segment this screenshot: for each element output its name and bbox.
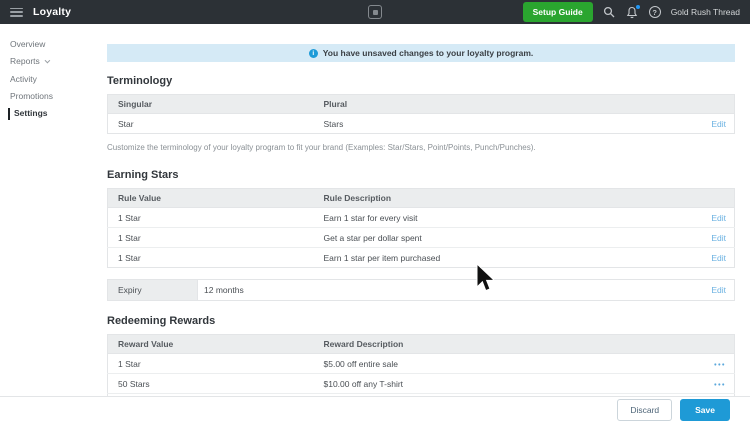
column-header-singular: Singular [107,94,314,114]
earning-stars-heading: Earning Stars [107,169,179,181]
main-content: i You have unsaved changes to your loyal… [107,24,735,414]
terminology-helper-text: Customize the terminology of your loyalt… [107,143,536,152]
merchant-name[interactable]: Gold Rush Thread [671,7,740,17]
rule-value: 1 Star [107,207,314,228]
ellipsis-menu-icon[interactable]: ••• [714,362,726,369]
column-header-rule-value: Rule Value [107,188,314,208]
banner-message: You have unsaved changes to your loyalty… [322,48,534,58]
reward-value: 1 Star [107,353,314,374]
terminology-heading: Terminology [107,75,173,87]
reward-value: 50 Stars [107,373,314,394]
table-header-row: Reward Value Reward Description [107,334,735,354]
table-row: 50 Stars $10.00 off any T-shirt ••• [107,373,735,394]
rule-value: 1 Star [107,247,314,268]
chevron-down-icon [44,58,51,64]
rule-value: 1 Star [107,227,314,248]
table-header-row: Singular Plural [107,94,735,114]
hamburger-menu-icon[interactable] [10,7,23,17]
sidebar-item-overview[interactable]: Overview [0,36,107,53]
column-header-reward-value: Reward Value [107,334,314,354]
table-row: 1 Star $5.00 off entire sale ••• [107,353,735,374]
edit-expiry-link[interactable]: Edit [711,285,726,295]
info-icon: i [308,48,318,58]
action-footer: Discard Save [0,396,750,423]
terminology-table: Singular Plural Star Stars Edit [107,94,735,134]
search-icon[interactable] [603,6,616,19]
expiry-label: Expiry [108,280,198,300]
top-bar: Loyalty Setup Guide ? Gold Rush Thread [0,0,750,24]
app-switcher-icon[interactable] [368,5,382,19]
loyalty-settings-page: Loyalty Setup Guide ? Gold Rush Thread O… [0,0,750,423]
column-header-reward-description: Reward Description [313,334,695,354]
sidebar-item-promotions[interactable]: Promotions [0,88,107,105]
sidebar-item-reports[interactable]: Reports [0,53,107,70]
table-row: 1 Star Earn 1 star per item purchased Ed… [107,247,735,268]
edit-rule-link[interactable]: Edit [711,253,726,263]
edit-rule-link[interactable]: Edit [711,233,726,243]
expiry-row: Expiry 12 months Edit [107,279,735,301]
rule-description: Earn 1 star per item purchased [313,247,695,268]
page-title: Loyalty [33,6,72,18]
help-icon[interactable]: ? [648,6,661,18]
ellipsis-menu-icon[interactable]: ••• [714,382,726,389]
notification-dot [635,4,640,9]
column-header-plural: Plural [313,94,695,114]
singular-value: Star [107,113,314,134]
sidebar-item-activity[interactable]: Activity [0,71,107,88]
topbar-actions: Setup Guide ? Gold Rush Thread [522,2,742,22]
reward-description: $10.00 off any T-shirt [313,373,695,394]
sidebar-nav: Overview Reports Activity Promotions Set… [0,24,107,423]
expiry-value: 12 months [204,285,244,295]
table-row: 1 Star Get a star per dollar spent Edit [107,227,735,248]
discard-button[interactable]: Discard [617,399,673,421]
redeeming-rewards-heading: Redeeming Rewards [107,315,216,327]
table-row: Star Stars Edit [107,113,735,134]
unsaved-changes-banner: i You have unsaved changes to your loyal… [107,44,735,62]
reward-description: $5.00 off entire sale [313,353,695,374]
rule-description: Get a star per dollar spent [313,227,695,248]
edit-terminology-link[interactable]: Edit [711,119,726,129]
column-header-rule-description: Rule Description [313,188,695,208]
notifications-bell-icon[interactable] [626,4,640,19]
edit-rule-link[interactable]: Edit [711,213,726,223]
save-button[interactable]: Save [680,399,730,421]
setup-guide-button[interactable]: Setup Guide [522,2,593,22]
rule-description: Earn 1 star for every visit [313,207,695,228]
sidebar-item-settings[interactable]: Settings [0,105,107,122]
plural-value: Stars [313,113,695,134]
earning-rules-table: Rule Value Rule Description 1 Star Earn … [107,188,735,268]
table-header-row: Rule Value Rule Description [107,188,735,208]
table-row: 1 Star Earn 1 star for every visit Edit [107,207,735,228]
